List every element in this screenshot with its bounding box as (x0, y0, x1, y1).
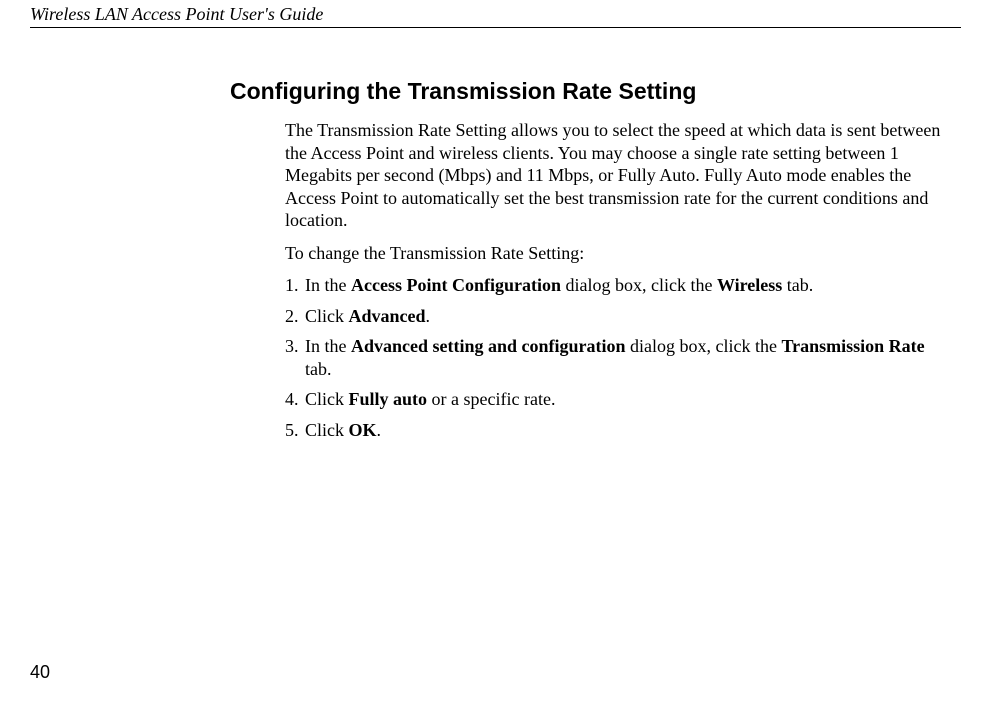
step-text: Click (305, 389, 349, 409)
step-1: In the Access Point Configuration dialog… (285, 274, 951, 297)
step-5: Click OK. (285, 419, 951, 442)
step-4: Click Fully auto or a specific rate. (285, 388, 951, 411)
step-bold: Advanced (349, 306, 426, 326)
step-text: Click (305, 420, 349, 440)
step-bold: OK (349, 420, 377, 440)
step-text: dialog box, click the (561, 275, 717, 295)
content-area: Configuring the Transmission Rate Settin… (230, 78, 951, 441)
step-text: tab. (305, 359, 332, 379)
step-bold: Wireless (717, 275, 782, 295)
step-2: Click Advanced. (285, 305, 951, 328)
step-bold: Transmission Rate (781, 336, 924, 356)
step-text: . (377, 420, 382, 440)
intro-paragraph: The Transmission Rate Setting allows you… (285, 119, 951, 232)
step-text: In the (305, 275, 351, 295)
step-text: In the (305, 336, 351, 356)
step-text: . (426, 306, 431, 326)
steps-list: In the Access Point Configuration dialog… (285, 274, 951, 441)
header-rule (30, 27, 961, 28)
step-3: In the Advanced setting and configuratio… (285, 335, 951, 380)
lead-in-paragraph: To change the Transmission Rate Setting: (285, 242, 951, 265)
step-text: dialog box, click the (626, 336, 782, 356)
running-header: Wireless LAN Access Point User's Guide (30, 0, 961, 27)
step-text: tab. (782, 275, 813, 295)
step-bold: Fully auto (349, 389, 428, 409)
step-text: Click (305, 306, 349, 326)
step-bold: Advanced setting and configuration (351, 336, 626, 356)
step-text: or a specific rate. (427, 389, 555, 409)
page-number: 40 (30, 662, 50, 683)
step-bold: Access Point Configuration (351, 275, 561, 295)
section-title: Configuring the Transmission Rate Settin… (230, 78, 951, 105)
